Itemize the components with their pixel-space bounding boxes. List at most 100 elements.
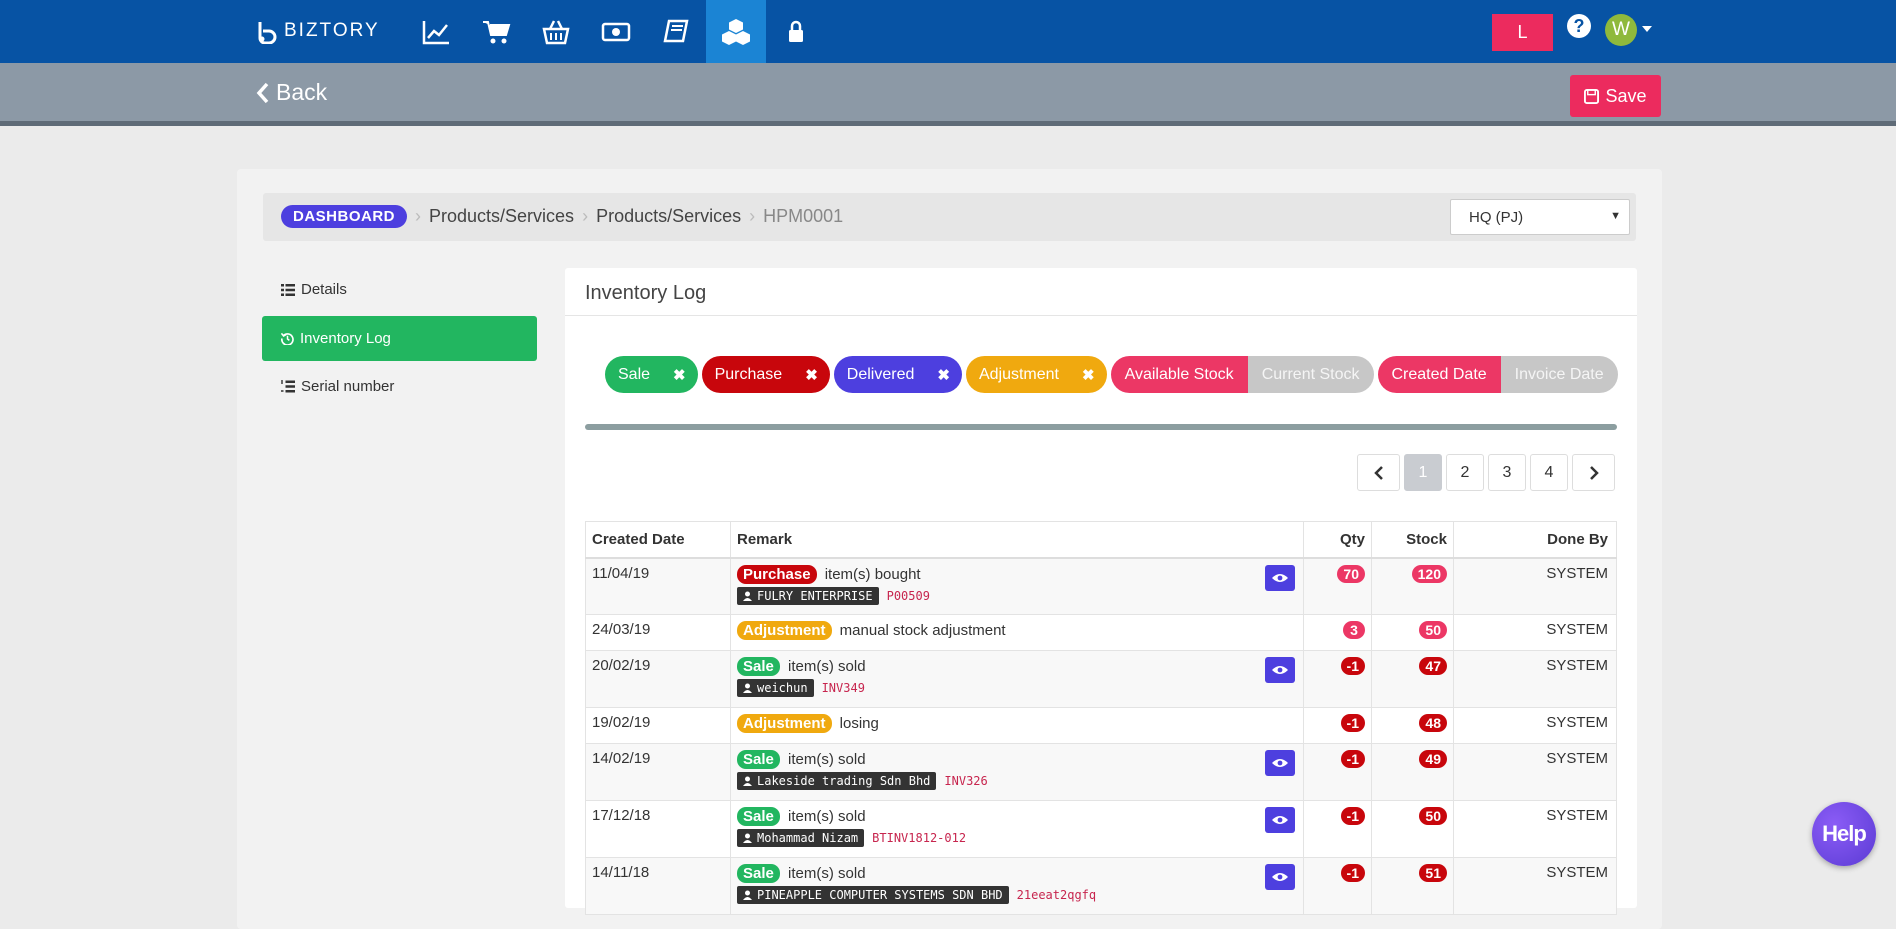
cell-date: 11/04/19 bbox=[585, 557, 731, 615]
filter-sale-label: Sale bbox=[618, 365, 651, 383]
nav-money-icon[interactable] bbox=[586, 0, 646, 63]
ref-code[interactable]: P00509 bbox=[887, 589, 930, 603]
view-button[interactable] bbox=[1265, 564, 1295, 591]
panel-divider bbox=[565, 315, 1637, 316]
breadcrumb-chevron-icon: › bbox=[582, 206, 589, 226]
back-button[interactable]: Back bbox=[256, 79, 327, 106]
toggle-available-stock[interactable]: Available Stock bbox=[1110, 356, 1248, 393]
table-row: 19/02/19 Adjustment losing -1 48 SYSTEM bbox=[585, 707, 1617, 744]
view-button[interactable] bbox=[1265, 807, 1295, 833]
toggle-invoice-date[interactable]: Invoice Date bbox=[1500, 356, 1618, 393]
qty-badge: -1 bbox=[1340, 657, 1365, 675]
stock-badge: 48 bbox=[1419, 714, 1447, 732]
nav-sales-cart-icon[interactable] bbox=[466, 0, 526, 63]
action-bar: Back Save bbox=[0, 63, 1896, 126]
help-question-icon[interactable]: ? bbox=[1567, 14, 1591, 38]
nav-lock-icon[interactable] bbox=[766, 0, 826, 63]
qty-badge: -1 bbox=[1340, 864, 1365, 882]
help-chat-button[interactable]: Help bbox=[1812, 802, 1876, 866]
eye-icon bbox=[1272, 816, 1288, 824]
party-label[interactable]: PINEAPPLE COMPUTER SYSTEMS SDN BHD bbox=[737, 886, 1009, 904]
list-icon bbox=[281, 283, 295, 296]
qty-badge: -1 bbox=[1340, 750, 1365, 768]
cell-date: 14/02/19 bbox=[585, 743, 731, 801]
pagination-page-2[interactable]: 2 bbox=[1446, 454, 1484, 491]
sidebar-item-serial-number[interactable]: Serial number bbox=[262, 364, 537, 409]
party-label[interactable]: FULRY ENTERPRISE bbox=[737, 586, 879, 605]
nav-purchase-basket-icon[interactable] bbox=[526, 0, 586, 63]
brand-logo[interactable]: BIZTORY bbox=[254, 18, 380, 44]
col-remark: Remark bbox=[730, 521, 1304, 559]
inventory-log-panel: Inventory Log Sale ✖ Purchase ✖ Delivere… bbox=[565, 268, 1637, 915]
breadcrumb-products-services-2[interactable]: Products/Services bbox=[596, 206, 741, 227]
ref-code[interactable]: INV349 bbox=[822, 681, 865, 695]
pagination-next-button[interactable] bbox=[1572, 454, 1615, 491]
remark-text: item(s) sold bbox=[788, 865, 866, 882]
close-icon[interactable]: ✖ bbox=[1076, 366, 1107, 384]
pagination-page-4[interactable]: 4 bbox=[1530, 454, 1568, 491]
remark-text: item(s) sold bbox=[788, 808, 866, 825]
close-icon[interactable]: ✖ bbox=[667, 366, 698, 384]
cell-done-by: SYSTEM bbox=[1453, 743, 1617, 801]
view-button[interactable] bbox=[1265, 657, 1295, 683]
stock-badge: 120 bbox=[1411, 564, 1447, 583]
main-nav bbox=[406, 0, 826, 63]
cell-stock: 48 bbox=[1371, 707, 1454, 744]
save-button[interactable]: Save bbox=[1570, 75, 1661, 117]
party-label[interactable]: Mohammad Nizam bbox=[737, 829, 865, 847]
toggle-created-date[interactable]: Created Date bbox=[1377, 356, 1501, 393]
breadcrumb-products-services-1[interactable]: Products/Services bbox=[429, 206, 574, 227]
filter-adjustment[interactable]: Adjustment ✖ bbox=[965, 356, 1107, 393]
filter-delivered-label: Delivered bbox=[846, 365, 915, 383]
view-button[interactable] bbox=[1265, 864, 1295, 890]
stock-type-toggle: Available Stock Current Stock bbox=[1110, 356, 1374, 393]
breadcrumb-chevron-icon: › bbox=[749, 206, 756, 226]
ref-code[interactable]: BTINV1812-012 bbox=[872, 831, 966, 845]
ref-code[interactable]: INV326 bbox=[944, 774, 987, 788]
sidebar-item-inventory-log[interactable]: Inventory Log bbox=[262, 316, 537, 361]
party-label[interactable]: weichun bbox=[737, 679, 814, 697]
book-icon bbox=[663, 19, 689, 42]
branch-select[interactable]: HQ (PJ) ▼ bbox=[1450, 199, 1630, 235]
close-icon[interactable]: ✖ bbox=[931, 366, 962, 384]
nav-inventory-cubes-icon[interactable] bbox=[706, 0, 766, 63]
pagination-page-1[interactable]: 1 bbox=[1404, 454, 1442, 491]
cell-qty: -1 bbox=[1303, 743, 1372, 801]
avatar-dropdown-caret-icon[interactable] bbox=[1642, 26, 1652, 32]
branch-switch-button[interactable]: L bbox=[1492, 14, 1553, 51]
party-label[interactable]: Lakeside trading Sdn Bhd bbox=[737, 772, 937, 790]
breadcrumb-dashboard[interactable]: DASHBOARD bbox=[281, 205, 407, 228]
cell-done-by: SYSTEM bbox=[1453, 800, 1617, 858]
view-button[interactable] bbox=[1265, 750, 1295, 776]
filter-bar: Sale ✖ Purchase ✖ Delivered ✖ Adjustment… bbox=[605, 356, 1618, 393]
filter-sale[interactable]: Sale ✖ bbox=[605, 356, 698, 393]
filter-purchase[interactable]: Purchase ✖ bbox=[701, 356, 830, 393]
toggle-current-stock[interactable]: Current Stock bbox=[1247, 356, 1374, 393]
cart-icon bbox=[483, 20, 511, 43]
qty-badge: 3 bbox=[1343, 621, 1365, 639]
filter-delivered[interactable]: Delivered ✖ bbox=[833, 356, 962, 393]
nav-dashboard-chart-icon[interactable] bbox=[406, 0, 466, 63]
eye-icon bbox=[1272, 759, 1288, 767]
party-name: Mohammad Nizam bbox=[757, 831, 859, 845]
close-icon[interactable]: ✖ bbox=[799, 366, 830, 384]
party-name: FULRY ENTERPRISE bbox=[757, 588, 873, 603]
cell-stock: 49 bbox=[1371, 743, 1454, 801]
panel-title: Inventory Log bbox=[585, 282, 707, 304]
nav-accounting-book-icon[interactable] bbox=[646, 0, 706, 63]
pagination-page-3[interactable]: 3 bbox=[1488, 454, 1526, 491]
chevron-right-icon bbox=[1589, 465, 1599, 480]
lock-icon bbox=[789, 20, 803, 42]
sidebar-item-details[interactable]: Details bbox=[262, 267, 537, 312]
cell-remark: Sale item(s) sold bbox=[730, 650, 1304, 708]
type-tag: Adjustment bbox=[737, 714, 832, 733]
breadcrumb: DASHBOARD › Products/Services › Products… bbox=[281, 205, 843, 228]
cell-qty: -1 bbox=[1303, 650, 1372, 708]
cell-stock: 50 bbox=[1371, 800, 1454, 858]
user-avatar[interactable]: W bbox=[1605, 14, 1637, 46]
pagination: 1 2 3 4 bbox=[1357, 454, 1615, 491]
cell-stock: 50 bbox=[1371, 614, 1454, 651]
stock-badge: 49 bbox=[1419, 750, 1447, 768]
col-created-date[interactable]: Created Date bbox=[585, 521, 731, 559]
pagination-prev-button[interactable] bbox=[1357, 454, 1400, 491]
